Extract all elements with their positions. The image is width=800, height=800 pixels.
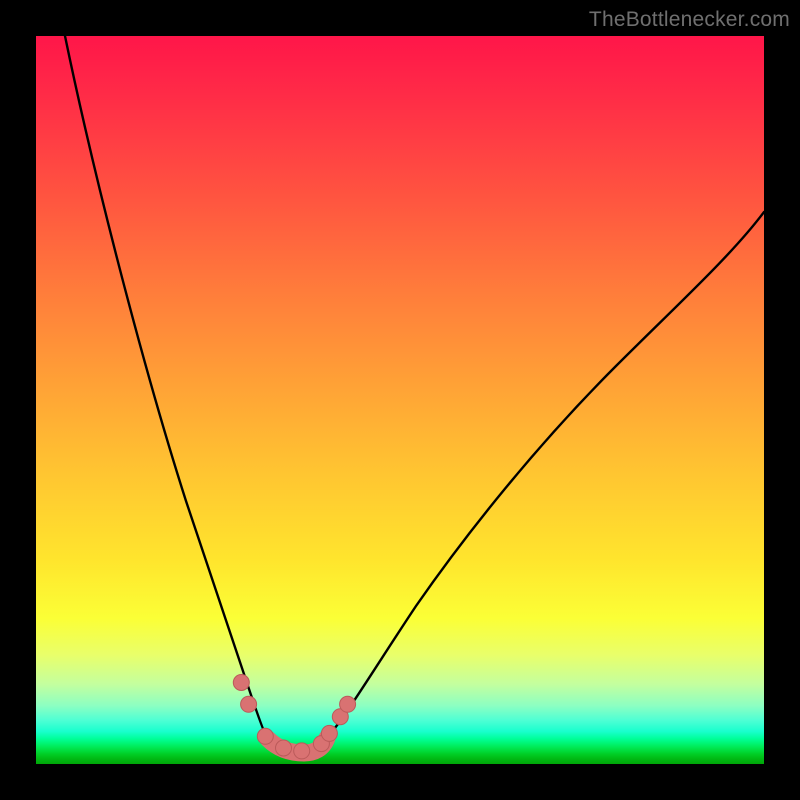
data-marker xyxy=(321,725,337,741)
data-marker xyxy=(233,675,249,691)
data-marker xyxy=(241,696,257,712)
app-frame: TheBottlenecker.com xyxy=(0,0,800,800)
data-marker xyxy=(276,740,292,756)
watermark-text: TheBottlenecker.com xyxy=(589,8,790,32)
curve-left-branch xyxy=(65,36,268,739)
data-marker xyxy=(340,696,356,712)
curve-right-branch xyxy=(327,212,764,738)
data-marker xyxy=(294,743,310,759)
data-marker xyxy=(257,728,273,744)
bottleneck-curve xyxy=(36,36,764,764)
plot-area xyxy=(36,36,764,764)
